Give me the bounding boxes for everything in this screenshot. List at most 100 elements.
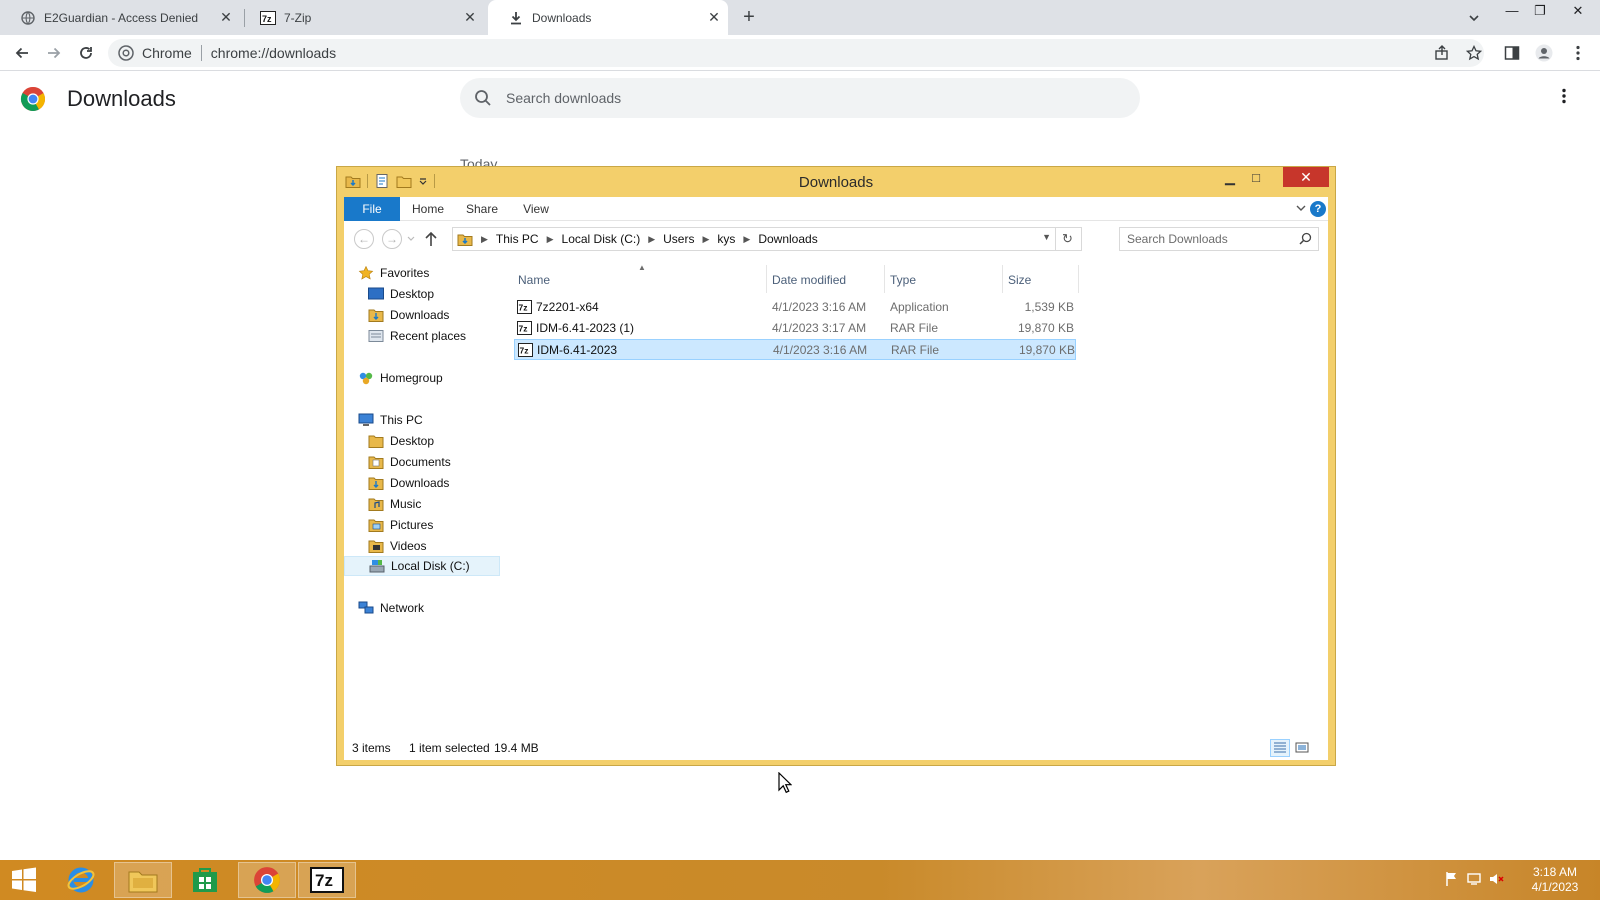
breadcrumb-users[interactable]: Users bbox=[663, 232, 694, 246]
taskbar-clock[interactable]: 3:18 AM 4/1/2023 bbox=[1520, 865, 1590, 895]
close-window-button[interactable]: ✕ bbox=[1558, 2, 1598, 36]
nav-label: Desktop bbox=[390, 287, 435, 301]
chevron-right-icon[interactable]: ▶ bbox=[743, 234, 750, 245]
taskbar-7zip[interactable]: 7z bbox=[298, 862, 356, 898]
breadcrumb-this-pc[interactable]: This PC bbox=[496, 232, 539, 246]
address-history-chevron-icon[interactable]: ▼ bbox=[1042, 232, 1051, 242]
close-icon[interactable]: ✕ bbox=[218, 9, 234, 25]
nav-network[interactable]: Network bbox=[358, 598, 424, 618]
nav-favorites-recent-places[interactable]: Recent places bbox=[368, 326, 466, 346]
file-name: 7z2201-x64 bbox=[536, 300, 599, 314]
7zip-icon: 7z bbox=[310, 867, 344, 893]
videos-folder-icon bbox=[368, 540, 384, 553]
chevron-right-icon[interactable]: ▶ bbox=[648, 234, 655, 245]
nav-pc-videos[interactable]: Videos bbox=[368, 536, 426, 556]
back-arrow-icon[interactable]: ← bbox=[354, 229, 374, 249]
tab-downloads[interactable]: Downloads ✕ bbox=[488, 0, 728, 35]
reload-button[interactable] bbox=[74, 41, 98, 65]
chevron-right-icon[interactable]: ▶ bbox=[547, 234, 554, 245]
column-divider[interactable] bbox=[884, 265, 885, 293]
column-header-type[interactable]: Type bbox=[890, 273, 916, 287]
nav-pc-documents[interactable]: Documents bbox=[368, 452, 451, 472]
network-status-icon[interactable] bbox=[1466, 871, 1482, 887]
nav-pc-pictures[interactable]: Pictures bbox=[368, 515, 433, 535]
ribbon-tab-share[interactable]: Share bbox=[460, 197, 504, 221]
nav-this-pc[interactable]: This PC bbox=[358, 410, 423, 430]
nav-homegroup[interactable]: Homegroup bbox=[358, 368, 443, 388]
internet-explorer-icon bbox=[67, 867, 95, 893]
breadcrumb-local-disk[interactable]: Local Disk (C:) bbox=[562, 232, 641, 246]
chevron-right-icon[interactable]: ▶ bbox=[702, 234, 709, 245]
expand-ribbon-chevron-icon[interactable] bbox=[1294, 201, 1308, 215]
nav-pc-downloads[interactable]: Downloads bbox=[368, 473, 449, 493]
file-row-selected[interactable]: 7z IDM-6.41-2023 4/1/2023 3:16 AM RAR Fi… bbox=[514, 339, 1076, 360]
nav-favorites-desktop[interactable]: Desktop bbox=[368, 284, 434, 304]
ribbon-tab-view[interactable]: View bbox=[514, 197, 558, 221]
close-button[interactable]: ✕ bbox=[1283, 167, 1329, 187]
bookmark-button[interactable] bbox=[1462, 41, 1486, 65]
new-tab-button[interactable]: + bbox=[737, 6, 761, 30]
forward-button[interactable] bbox=[42, 41, 66, 65]
taskbar-internet-explorer[interactable] bbox=[52, 862, 110, 898]
nav-pc-desktop[interactable]: Desktop bbox=[368, 431, 434, 451]
chevron-right-icon[interactable]: ▶ bbox=[481, 234, 488, 245]
close-icon[interactable]: ✕ bbox=[706, 9, 722, 25]
recent-locations-chevron-icon[interactable] bbox=[406, 235, 416, 243]
taskbar-chrome[interactable] bbox=[238, 862, 296, 898]
minimize-button[interactable]: — bbox=[1498, 2, 1526, 22]
file-type: RAR File bbox=[891, 343, 940, 357]
up-arrow-icon[interactable] bbox=[424, 231, 438, 247]
explorer-address-bar[interactable]: ▶ This PC ▶ Local Disk (C:) ▶ Users ▶ ky… bbox=[452, 227, 1082, 251]
nav-label: Favorites bbox=[380, 266, 430, 280]
7zip-icon: 7z bbox=[260, 10, 276, 26]
close-icon[interactable]: ✕ bbox=[462, 9, 478, 25]
nav-pc-local-disk[interactable]: Local Disk (C:) bbox=[344, 556, 500, 576]
column-divider[interactable] bbox=[1078, 265, 1079, 293]
volume-muted-icon[interactable] bbox=[1488, 871, 1504, 887]
downloads-menu-button[interactable] bbox=[1556, 88, 1572, 110]
nav-pc-music[interactable]: Music bbox=[368, 494, 421, 514]
details-view-icon bbox=[1274, 742, 1286, 753]
explorer-search-input[interactable]: Search Downloads bbox=[1119, 227, 1319, 251]
site-info-chip[interactable]: Chrome bbox=[108, 45, 192, 61]
profile-button[interactable] bbox=[1532, 41, 1556, 65]
start-button[interactable] bbox=[0, 862, 48, 898]
details-view-button[interactable] bbox=[1270, 739, 1290, 757]
taskbar-file-explorer[interactable] bbox=[114, 862, 172, 898]
downloads-search-input[interactable]: Search downloads bbox=[460, 78, 1140, 118]
taskbar-store[interactable] bbox=[176, 862, 234, 898]
back-button[interactable] bbox=[10, 41, 34, 65]
tab-e2guardian[interactable]: E2Guardian - Access Denied ✕ bbox=[0, 0, 240, 35]
large-icons-view-button[interactable] bbox=[1292, 739, 1312, 757]
column-header-size[interactable]: Size bbox=[1008, 273, 1031, 287]
refresh-icon[interactable]: ↻ bbox=[1055, 228, 1079, 250]
tab-7zip[interactable]: 7z 7-Zip ✕ bbox=[240, 0, 484, 35]
nav-label: Downloads bbox=[390, 476, 450, 490]
maximize-button[interactable]: □ bbox=[1243, 169, 1269, 189]
column-header-name[interactable]: Name bbox=[518, 273, 550, 287]
column-divider[interactable] bbox=[766, 265, 767, 293]
nav-favorites-downloads[interactable]: Downloads bbox=[368, 305, 449, 325]
minimize-button[interactable]: ▁ bbox=[1217, 169, 1243, 189]
breadcrumb-downloads[interactable]: Downloads bbox=[758, 232, 817, 246]
tab-search-chevron-icon[interactable] bbox=[1464, 8, 1484, 28]
restore-button[interactable]: ❐ bbox=[1526, 2, 1554, 22]
file-size: 1,539 KB bbox=[1024, 300, 1074, 314]
file-row[interactable]: 7z IDM-6.41-2023 (1) 4/1/2023 3:17 AM RA… bbox=[514, 318, 1076, 339]
help-icon[interactable]: ? bbox=[1310, 201, 1326, 217]
column-divider[interactable] bbox=[1002, 265, 1003, 293]
address-bar[interactable]: Chrome chrome://downloads bbox=[108, 39, 1484, 67]
action-center-flag-icon[interactable] bbox=[1444, 871, 1460, 887]
file-explorer-icon bbox=[128, 871, 158, 893]
side-panel-button[interactable] bbox=[1500, 41, 1524, 65]
ribbon-tab-file[interactable]: File bbox=[344, 197, 400, 221]
share-button[interactable] bbox=[1430, 41, 1454, 65]
forward-arrow-icon[interactable]: → bbox=[382, 229, 402, 249]
nav-favorites[interactable]: Favorites bbox=[358, 263, 429, 283]
chrome-menu-button[interactable] bbox=[1566, 41, 1590, 65]
ribbon-tab-home[interactable]: Home bbox=[406, 197, 450, 221]
explorer-titlebar[interactable]: Downloads ▁ □ ✕ bbox=[337, 167, 1335, 197]
breadcrumb-kys[interactable]: kys bbox=[717, 232, 735, 246]
file-row[interactable]: 7z 7z2201-x64 4/1/2023 3:16 AM Applicati… bbox=[514, 297, 1076, 318]
column-header-date-modified[interactable]: Date modified bbox=[772, 273, 846, 287]
